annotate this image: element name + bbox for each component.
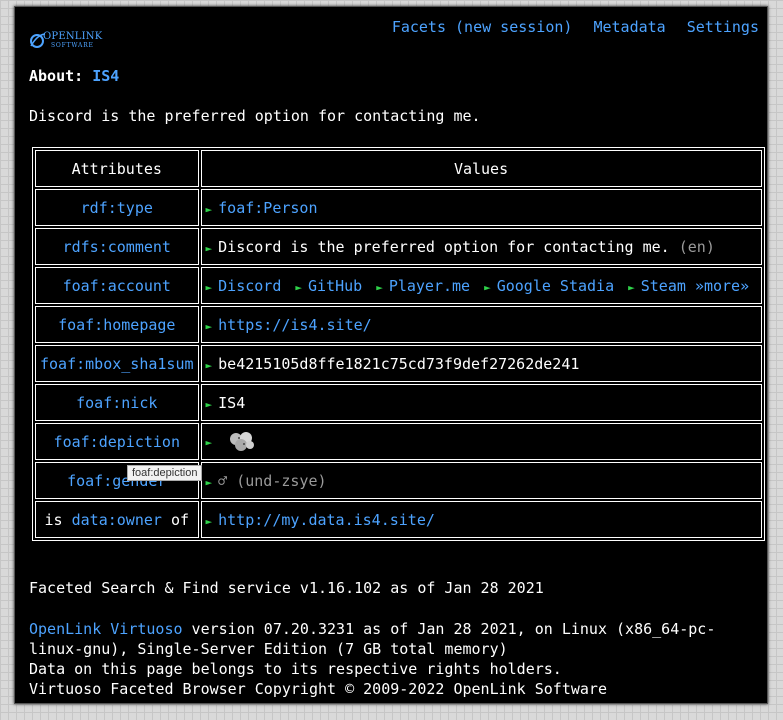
openlink-logo[interactable]: OPENLINK SOFTWARE	[29, 29, 119, 51]
footer-info: OpenLink Virtuoso version 07.20.3231 as …	[29, 619, 749, 699]
bullet-icon: ►	[484, 280, 491, 294]
bullet-icon: ►	[205, 241, 213, 255]
attributes-header: Attributes	[35, 150, 199, 187]
table-row: is data:owner of ► http://my.data.is4.sit…	[35, 501, 762, 538]
bullet-icon: ►	[376, 280, 383, 294]
bullet-icon: ►	[205, 280, 213, 294]
table-row: foaf:homepage ► https://is4.site/	[35, 306, 762, 343]
bullet-icon: ►	[205, 397, 213, 411]
copyright-text: Virtuoso Faceted Browser Copyright © 200…	[29, 680, 607, 698]
value-text: Discord is the preferred option for cont…	[218, 237, 670, 256]
attr-data-owner[interactable]: data:owner	[72, 511, 162, 529]
attr-rdf-type[interactable]: rdf:type	[81, 199, 153, 217]
attr-suffix: of	[170, 510, 190, 529]
service-info: Faceted Search & Find service v1.16.102 …	[29, 579, 544, 597]
top-navigation: Facets (new session) Metadata Settings	[380, 18, 759, 36]
metadata-link[interactable]: Metadata	[593, 18, 665, 36]
table-row: foaf:depiction ►	[35, 423, 762, 460]
value-text: IS4	[218, 393, 246, 412]
account-link-github[interactable]: GitHub	[308, 277, 362, 295]
about-entity-link[interactable]: IS4	[92, 67, 119, 85]
language-tag: (en)	[678, 237, 715, 256]
more-link[interactable]: »more»	[695, 277, 749, 295]
table-row: foaf:nick ► IS4	[35, 384, 762, 421]
bullet-icon: ►	[205, 319, 213, 333]
about-label: About:	[29, 67, 84, 85]
account-link-steam[interactable]: Steam	[641, 277, 686, 295]
rights-text: Data on this page belongs to its respect…	[29, 660, 562, 678]
attr-foaf-mbox-sha1sum[interactable]: foaf:mbox_sha1sum	[40, 355, 194, 373]
table-row: foaf:account ► Discord ► GitHub ► Player.me ► G…	[35, 267, 762, 304]
value-text: be4215105d8ffe1821c75cd73f9def27262de241	[218, 354, 580, 373]
account-link-playerme[interactable]: Player.me	[389, 277, 470, 295]
table-row: rdf:type ► foaf:Person	[35, 189, 762, 226]
gender-symbol: ♂	[218, 471, 228, 490]
bullet-icon: ►	[205, 436, 213, 449]
bullet-icon: ►	[205, 202, 213, 216]
attributes-table: Attributes Values rdf:type ► foaf:Person …	[32, 147, 765, 541]
bullet-icon: ►	[628, 280, 635, 294]
table-header-row: Attributes Values	[35, 150, 762, 187]
logo-subtext: SOFTWARE	[51, 42, 94, 49]
table-row: rdfs:comment ► Discord is the preferred o…	[35, 228, 762, 265]
about-heading: About: IS4	[29, 67, 119, 85]
table-row: foaf:mbox_sha1sum ► be4215105d8ffe1821c75…	[35, 345, 762, 382]
attr-prefix: is	[44, 510, 63, 529]
language-tag: (und-zsye)	[236, 471, 327, 490]
values-header: Values	[200, 150, 762, 187]
bullet-icon: ►	[205, 514, 213, 528]
bullet-icon: ►	[205, 358, 213, 372]
attr-foaf-homepage[interactable]: foaf:homepage	[58, 316, 175, 334]
account-link-discord[interactable]: Discord	[218, 277, 281, 295]
owner-link[interactable]: http://my.data.is4.site/	[218, 511, 435, 529]
entity-description: Discord is the preferred option for cont…	[29, 107, 481, 125]
main-panel: OPENLINK SOFTWARE Facets (new session) M…	[14, 6, 768, 704]
tooltip: foaf:depiction	[127, 465, 203, 481]
account-link-stadia[interactable]: Google Stadia	[497, 277, 614, 295]
virtuoso-link[interactable]: OpenLink Virtuoso	[29, 620, 183, 638]
bullet-icon: ►	[295, 280, 302, 294]
attr-foaf-account[interactable]: foaf:account	[63, 277, 171, 295]
attr-rdfs-comment[interactable]: rdfs:comment	[63, 238, 171, 256]
value-link[interactable]: foaf:Person	[218, 199, 317, 217]
depiction-image[interactable]	[227, 430, 257, 454]
facets-link[interactable]: Facets (new session)	[392, 18, 573, 36]
bullet-icon: ►	[205, 475, 213, 489]
logo-text: OPENLINK	[43, 31, 103, 42]
attr-foaf-nick[interactable]: foaf:nick	[76, 394, 157, 412]
attr-foaf-depiction[interactable]: foaf:depiction	[54, 433, 180, 451]
homepage-link[interactable]: https://is4.site/	[218, 316, 372, 334]
settings-link[interactable]: Settings	[687, 18, 759, 36]
